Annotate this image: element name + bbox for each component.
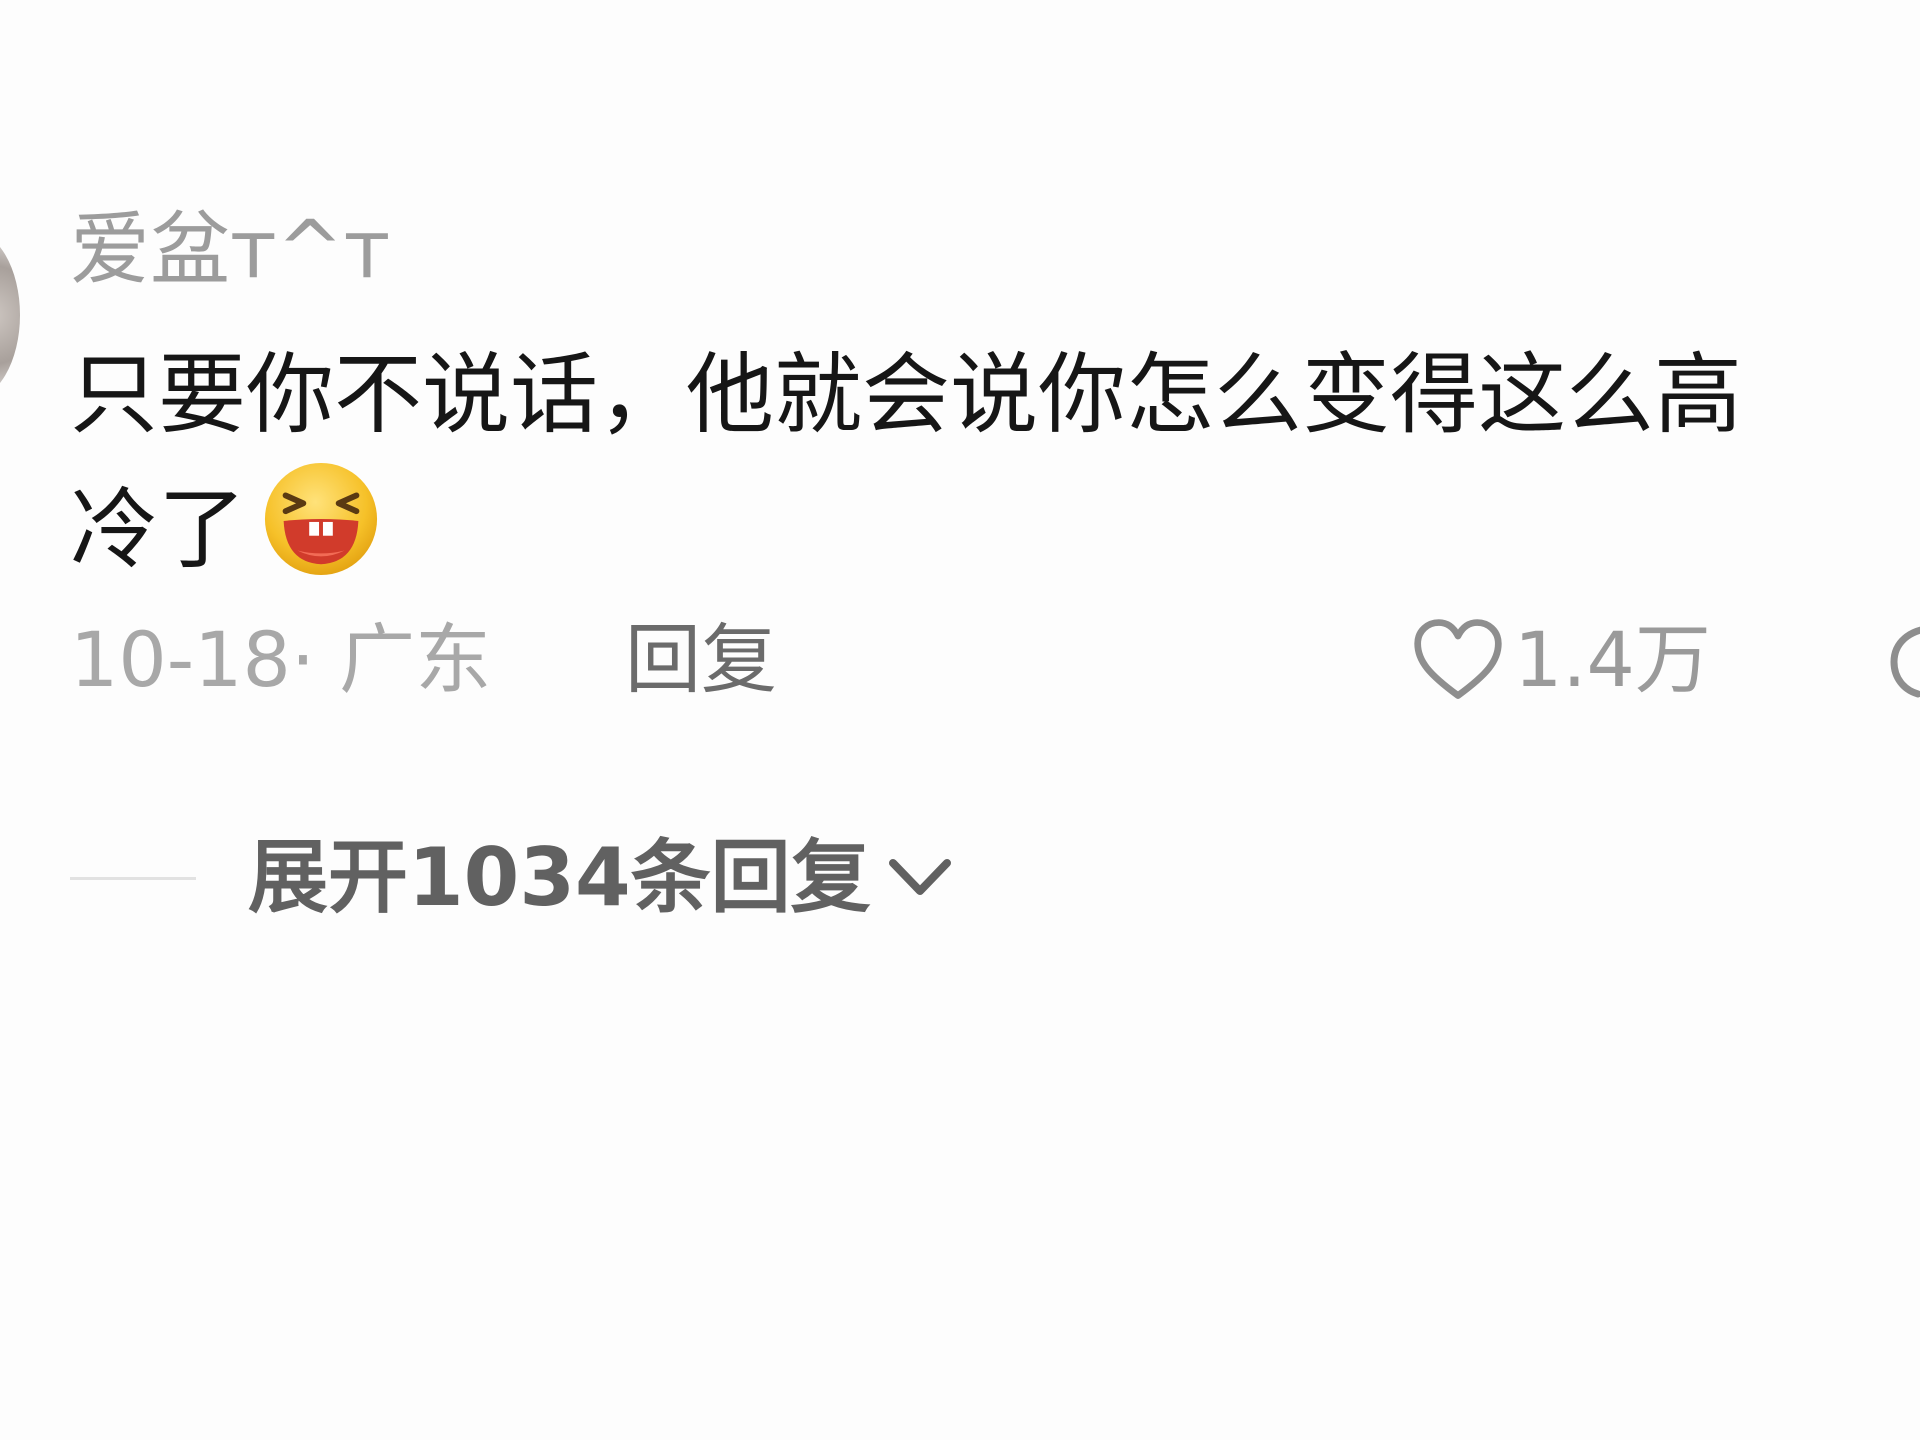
comment-text-line-2: 冷了 <box>70 460 1920 590</box>
reply-button[interactable]: 回复 <box>625 610 777 710</box>
laughing-emoji-icon <box>264 462 378 576</box>
comment-meta: 10-18· 广东 回复 1.4万 <box>70 610 1920 710</box>
date-location: 10-18· 广东 <box>70 615 492 704</box>
like-count: 1.4万 <box>1514 615 1711 704</box>
divider <box>70 876 196 880</box>
comment-bubble-icon[interactable] <box>1878 618 1920 704</box>
expand-replies-label: 展开1034条回复 <box>248 831 871 924</box>
like-button[interactable]: 1.4万 <box>1410 610 1711 710</box>
comment-text-line-2-text: 冷了 <box>70 478 247 581</box>
comment-text-line-1: 只要你不说话，他就会说你怎么变得这么高 <box>70 343 1743 446</box>
chevron-down-icon <box>888 859 951 895</box>
username[interactable]: 爱盆ᴛ^ᴛ <box>70 200 390 300</box>
expand-replies-button[interactable]: 展开1034条回复 <box>70 828 955 928</box>
heart-outline-icon <box>1414 619 1502 699</box>
avatar[interactable] <box>0 230 20 400</box>
comment-body: 只要你不说话，他就会说你怎么变得这么高 冷了 <box>70 330 1920 590</box>
comment-screen: 爱盆ᴛ^ᴛ 只要你不说话，他就会说你怎么变得这么高 冷了 10-18· 广东 回… <box>0 0 1920 1440</box>
